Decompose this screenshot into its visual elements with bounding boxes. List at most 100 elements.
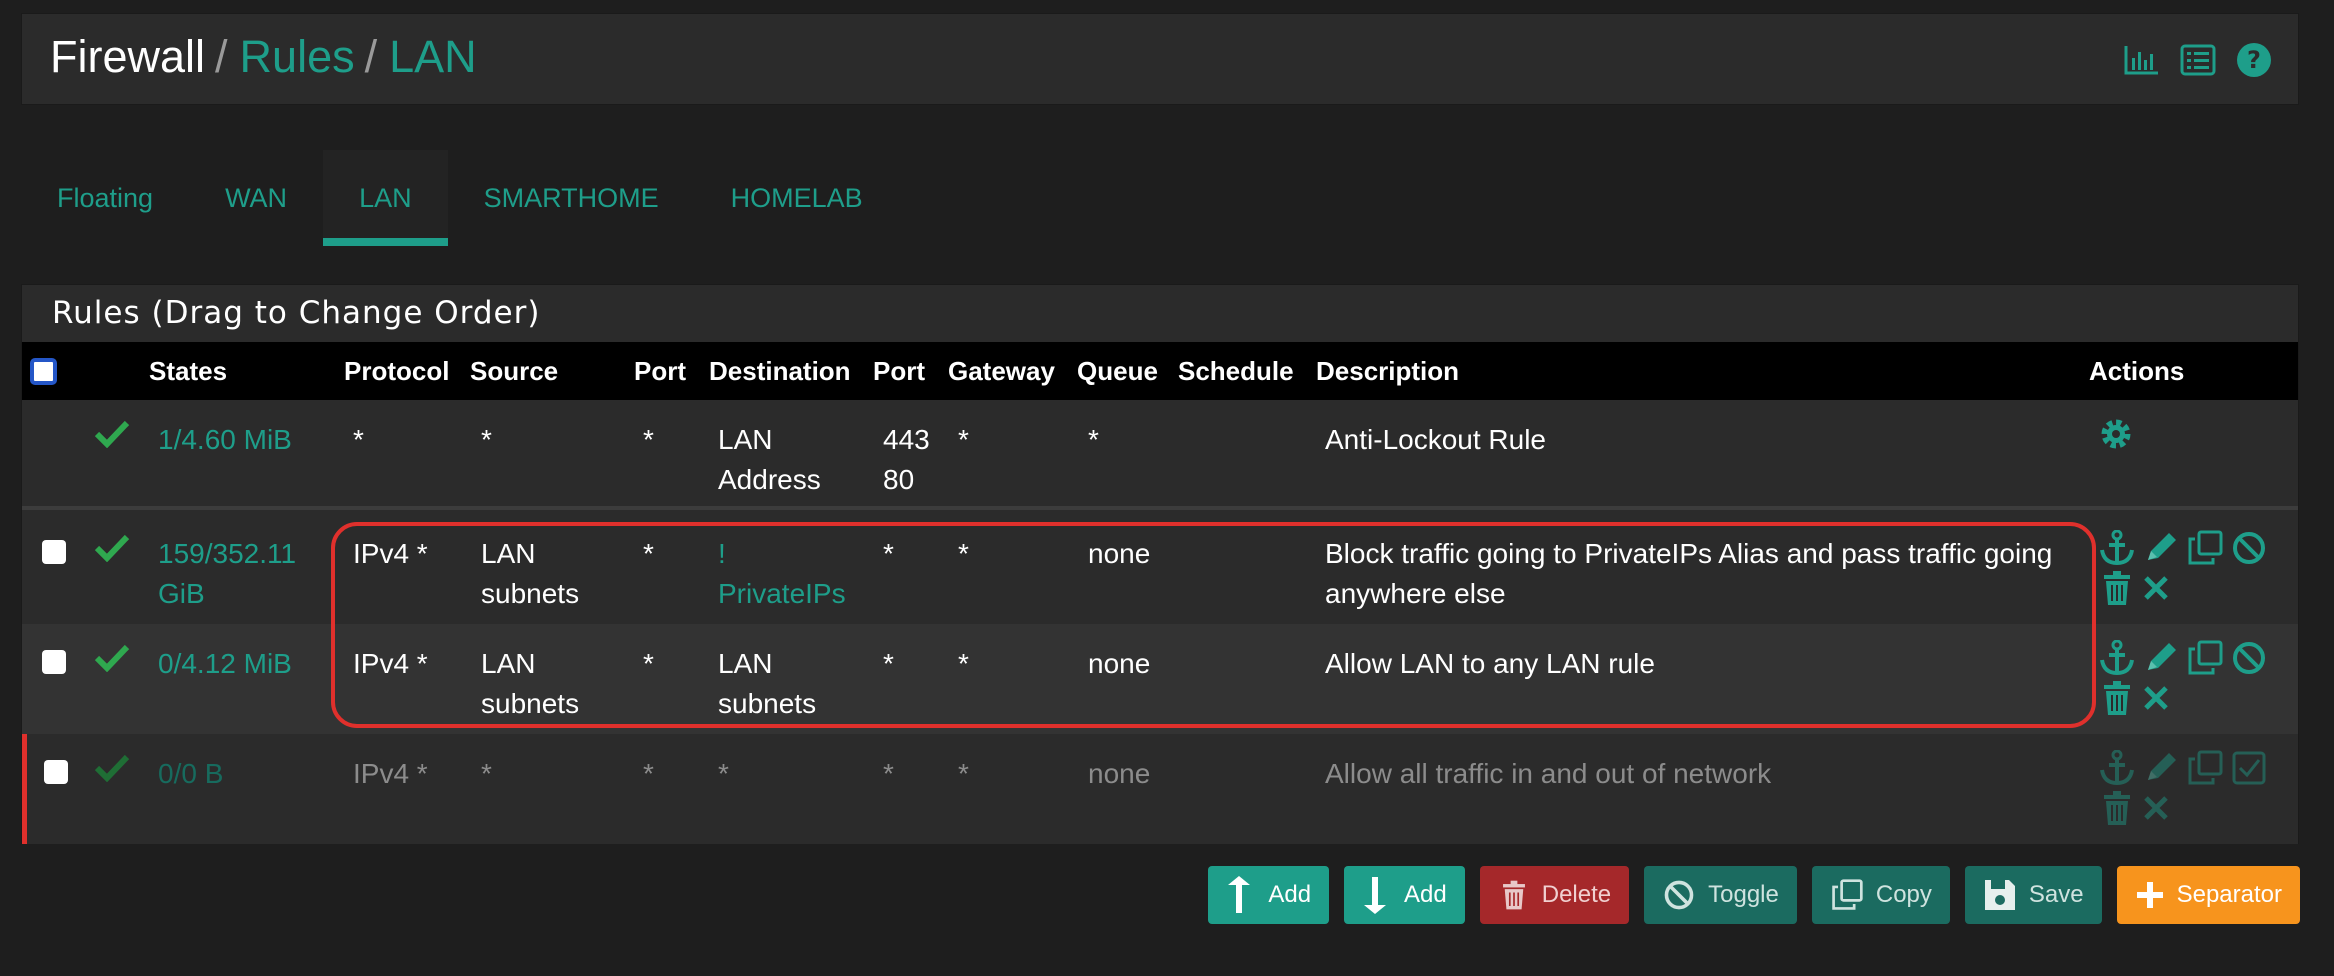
x-icon[interactable] <box>2142 790 2170 826</box>
anchor-icon[interactable] <box>2098 530 2136 566</box>
interface-tabs: Floating WAN LAN SMARTHOME HOMELAB <box>21 150 899 246</box>
rule-description: Anti-Lockout Rule <box>1325 424 1547 455</box>
col-schedule[interactable]: Schedule <box>1178 342 1294 400</box>
pass-check-icon <box>94 644 130 677</box>
action-buttons: Add Add Delete Toggle Copy Save Separato… <box>1208 866 2300 924</box>
col-dest-port[interactable]: Port <box>873 342 925 400</box>
anchor-icon[interactable] <box>2098 750 2136 786</box>
tab-lan[interactable]: LAN <box>323 150 448 246</box>
pencil-icon[interactable] <box>2142 750 2180 786</box>
rules-panel: Rules (Drag to Change Order) States Prot… <box>21 284 2299 844</box>
anchor-icon[interactable] <box>2098 640 2136 676</box>
row-checkbox[interactable] <box>42 650 66 674</box>
rule-queue: none <box>1088 648 1151 679</box>
disable-icon <box>1662 878 1696 912</box>
rule-queue: * <box>1088 424 1099 455</box>
arrow-down-icon <box>1362 875 1392 915</box>
table-row[interactable]: 0/0 B IPv4 * * * * * * none Allow all tr… <box>22 734 2298 844</box>
rule-destination-alias[interactable]: ! PrivateIPs <box>718 534 846 614</box>
copy-icon[interactable] <box>2186 640 2224 676</box>
rule-gateway: * <box>958 424 969 455</box>
copy-button[interactable]: Copy <box>1811 866 1950 924</box>
rule-actions <box>2098 530 2278 606</box>
col-protocol[interactable]: Protocol <box>344 342 449 400</box>
col-states[interactable]: States <box>149 342 227 400</box>
enable-icon[interactable] <box>2230 750 2268 786</box>
breadcrumb-separator: / <box>215 31 228 82</box>
trash-icon[interactable] <box>2098 570 2136 606</box>
save-icon <box>1983 878 2017 912</box>
disable-icon[interactable] <box>2230 640 2268 676</box>
rule-dest-port: 443 80 <box>883 424 930 495</box>
rule-destination: LAN Address <box>718 424 821 495</box>
separator-label: Separator <box>2176 881 2282 908</box>
add-bottom-button[interactable]: Add <box>1344 866 1465 924</box>
rule-actions <box>2098 640 2278 716</box>
gear-icon[interactable] <box>2098 416 2134 452</box>
trash-icon[interactable] <box>2098 680 2136 716</box>
pass-check-icon <box>94 420 130 453</box>
rule-port: * <box>643 758 654 789</box>
rule-source: * <box>481 758 492 789</box>
col-actions: Actions <box>2089 356 2185 386</box>
row-checkbox[interactable] <box>42 540 66 564</box>
copy-icon[interactable] <box>2186 750 2224 786</box>
delete-label: Delete <box>1541 881 1612 908</box>
col-port[interactable]: Port <box>634 342 686 400</box>
help-icon[interactable]: ? <box>2236 42 2272 78</box>
trash-icon[interactable] <box>2098 790 2136 826</box>
toggle-button[interactable]: Toggle <box>1644 866 1797 924</box>
row-checkbox[interactable] <box>44 760 68 784</box>
separator-button[interactable]: Separator <box>2116 866 2300 924</box>
pencil-icon[interactable] <box>2142 640 2180 676</box>
copy-label: Copy <box>1875 881 1932 908</box>
tab-wan[interactable]: WAN <box>189 150 323 246</box>
col-description[interactable]: Description <box>1316 342 1459 400</box>
rule-dest-port: * <box>883 648 894 679</box>
rule-port: * <box>643 648 654 679</box>
x-icon[interactable] <box>2142 680 2170 716</box>
rule-gateway: * <box>958 758 969 789</box>
rule-actions <box>2098 750 2278 826</box>
col-destination[interactable]: Destination <box>709 342 851 400</box>
chart-icon[interactable] <box>2124 44 2160 76</box>
panel-title: Rules (Drag to Change Order) <box>52 295 541 331</box>
rule-gateway: * <box>958 538 969 569</box>
rule-destination: LAN subnets <box>718 648 817 719</box>
rule-source: LAN subnets <box>481 648 580 719</box>
add-top-button[interactable]: Add <box>1208 866 1330 924</box>
breadcrumb-rules-link[interactable]: Rules <box>240 31 355 82</box>
table-row[interactable]: 0/4.12 MiB IPv4 * LAN subnets * LAN subnet… <box>22 624 2298 734</box>
rule-protocol: IPv4 * <box>353 648 428 679</box>
tab-smarthome[interactable]: SMARTHOME <box>448 150 695 246</box>
rule-gateway: * <box>958 648 969 679</box>
x-icon[interactable] <box>2142 570 2170 606</box>
tab-homelab[interactable]: HOMELAB <box>695 150 899 246</box>
rule-queue: none <box>1088 758 1151 789</box>
table-row[interactable]: 159/352.11 GiB IPv4 * LAN subnets * ! Priva… <box>22 514 2298 624</box>
rule-states[interactable]: 0/0 B <box>158 754 223 794</box>
list-icon[interactable] <box>2180 44 2216 76</box>
rule-queue: none <box>1088 538 1151 569</box>
breadcrumb-lan-link[interactable]: LAN <box>389 31 477 82</box>
rule-description: Allow LAN to any LAN rule <box>1325 648 1655 679</box>
rule-destination: * <box>718 758 729 789</box>
save-button[interactable]: Save <box>1964 866 2102 924</box>
page-header: Firewall / Rules / LAN ? <box>21 13 2299 105</box>
select-all-checkbox[interactable] <box>30 358 57 385</box>
table-header: States Protocol Source Port Destination … <box>22 342 2298 400</box>
col-gateway[interactable]: Gateway <box>948 342 1055 400</box>
pencil-icon[interactable] <box>2142 530 2180 566</box>
rule-port: * <box>643 424 654 455</box>
disable-icon[interactable] <box>2230 530 2268 566</box>
rule-states[interactable]: 0/4.12 MiB <box>158 644 292 684</box>
delete-button[interactable]: Delete <box>1479 866 1630 924</box>
rule-states[interactable]: 1/4.60 MiB <box>158 420 292 460</box>
rule-states[interactable]: 159/352.11 GiB <box>158 534 296 614</box>
table-row[interactable]: 1/4.60 MiB * * * LAN Address 443 80 * * An… <box>22 400 2298 510</box>
copy-icon[interactable] <box>2186 530 2224 566</box>
col-queue[interactable]: Queue <box>1077 342 1158 400</box>
tab-floating[interactable]: Floating <box>21 150 189 246</box>
col-source[interactable]: Source <box>470 342 558 400</box>
rule-protocol: IPv4 * <box>353 538 428 569</box>
